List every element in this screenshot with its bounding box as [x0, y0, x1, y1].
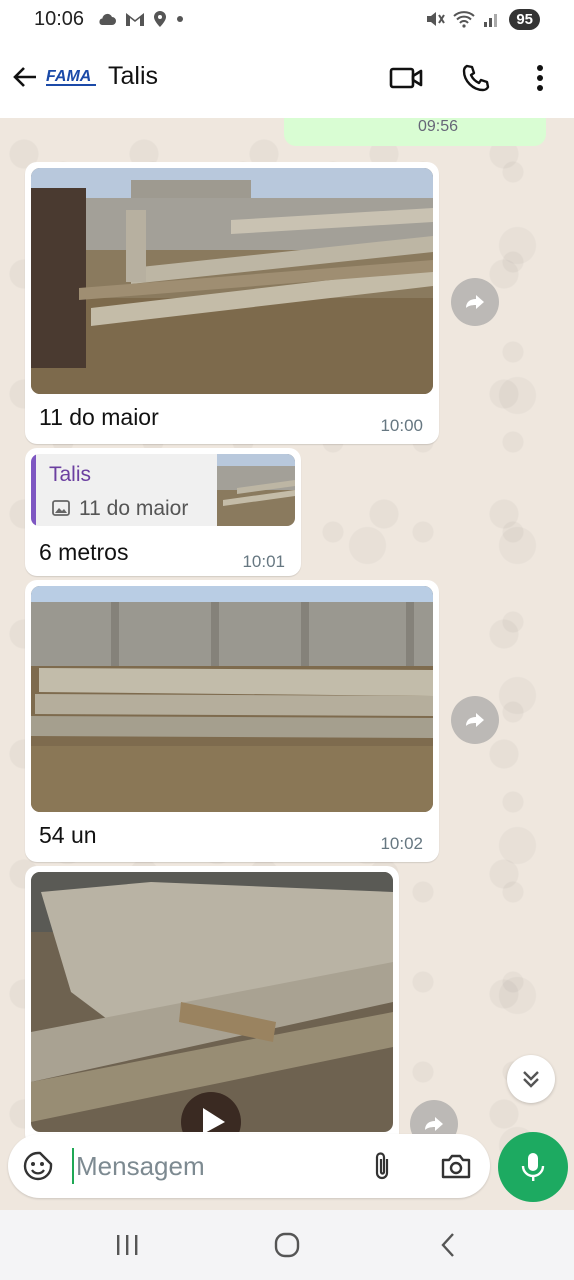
- microphone-icon: [521, 1153, 545, 1181]
- chat-header: FAMA Talis: [0, 40, 574, 118]
- message-time: 09:56: [417, 118, 458, 135]
- camera-button[interactable]: [438, 1148, 474, 1184]
- contact-avatar[interactable]: FAMA: [44, 62, 98, 92]
- sticker-button[interactable]: [20, 1148, 56, 1184]
- video-message[interactable]: [25, 866, 399, 1146]
- video-call-button[interactable]: [386, 58, 426, 98]
- arrow-left-icon: [13, 67, 36, 87]
- status-time: 10:06: [34, 8, 85, 30]
- voice-call-button[interactable]: [456, 58, 496, 98]
- sticker-icon: [23, 1151, 53, 1181]
- double-chevron-down-icon: [523, 1071, 539, 1088]
- message-time: 10:00: [380, 416, 423, 435]
- signal-icon: [484, 14, 498, 27]
- cloud-icon: [99, 13, 116, 25]
- home-button[interactable]: [267, 1230, 307, 1260]
- location-icon: [154, 11, 166, 27]
- quoted-message[interactable]: Talis 11 do maior: [31, 454, 295, 526]
- recents-button[interactable]: [107, 1230, 147, 1260]
- avatar-logo-text: FAMA: [46, 68, 91, 85]
- recents-icon: [117, 1235, 138, 1255]
- gmail-icon: [126, 13, 144, 26]
- image-icon: [52, 500, 70, 516]
- forward-icon: [466, 295, 484, 309]
- quoted-sender: Talis: [49, 463, 92, 486]
- message-photo[interactable]: [31, 168, 433, 394]
- quote-accent-bar: [31, 454, 36, 526]
- image-message[interactable]: 11 do maior 10:00: [25, 162, 439, 444]
- image-message[interactable]: 54 un 10:02: [25, 580, 439, 862]
- message-input[interactable]: [72, 1148, 352, 1184]
- reply-message[interactable]: Talis 11 do maior 6 metros 10:01: [25, 448, 301, 576]
- more-options-button[interactable]: [520, 58, 560, 98]
- phone-icon: [462, 64, 490, 92]
- message-time: 10:01: [242, 552, 285, 571]
- video-thumbnail[interactable]: [31, 872, 393, 1132]
- wifi-icon: [453, 11, 475, 28]
- dot-icon: [177, 16, 183, 22]
- mute-icon: [427, 12, 446, 26]
- message-time: 10:02: [380, 834, 423, 853]
- notification-icons: [97, 8, 185, 30]
- system-icons: 95: [425, 8, 540, 30]
- message-text: 6 metros: [39, 539, 129, 565]
- message-composer: [8, 1134, 490, 1198]
- home-icon: [274, 1232, 300, 1258]
- battery-level: 95: [509, 8, 540, 30]
- scroll-to-bottom-button[interactable]: [507, 1055, 555, 1103]
- back-nav-button[interactable]: [428, 1230, 468, 1260]
- quoted-text: 11 do maior: [79, 497, 189, 520]
- more-vertical-icon: [537, 65, 543, 91]
- forward-button[interactable]: [451, 696, 499, 744]
- quoted-thumbnail: [217, 454, 295, 526]
- message-caption: 11 do maior: [39, 404, 159, 430]
- paperclip-icon: [375, 1152, 389, 1180]
- system-navigation-bar: [0, 1210, 574, 1280]
- message-photo[interactable]: [31, 586, 433, 812]
- forward-button[interactable]: [451, 278, 499, 326]
- voice-message-button[interactable]: [498, 1132, 568, 1202]
- status-bar: 10:06 95: [0, 0, 574, 40]
- contact-name[interactable]: Talis: [108, 62, 158, 91]
- message-caption: 54 un: [39, 822, 97, 848]
- outgoing-message[interactable]: 09:56: [284, 118, 546, 146]
- chat-messages[interactable]: 09:56 11 do maior 10:00 Talis 11 do maio…: [0, 118, 574, 1208]
- chevron-left-icon: [441, 1233, 454, 1257]
- camera-icon: [441, 1154, 471, 1179]
- forward-icon: [466, 713, 484, 727]
- video-camera-icon: [389, 67, 423, 89]
- back-button[interactable]: [8, 60, 42, 94]
- forward-icon: [425, 1117, 443, 1131]
- attach-button[interactable]: [364, 1148, 400, 1184]
